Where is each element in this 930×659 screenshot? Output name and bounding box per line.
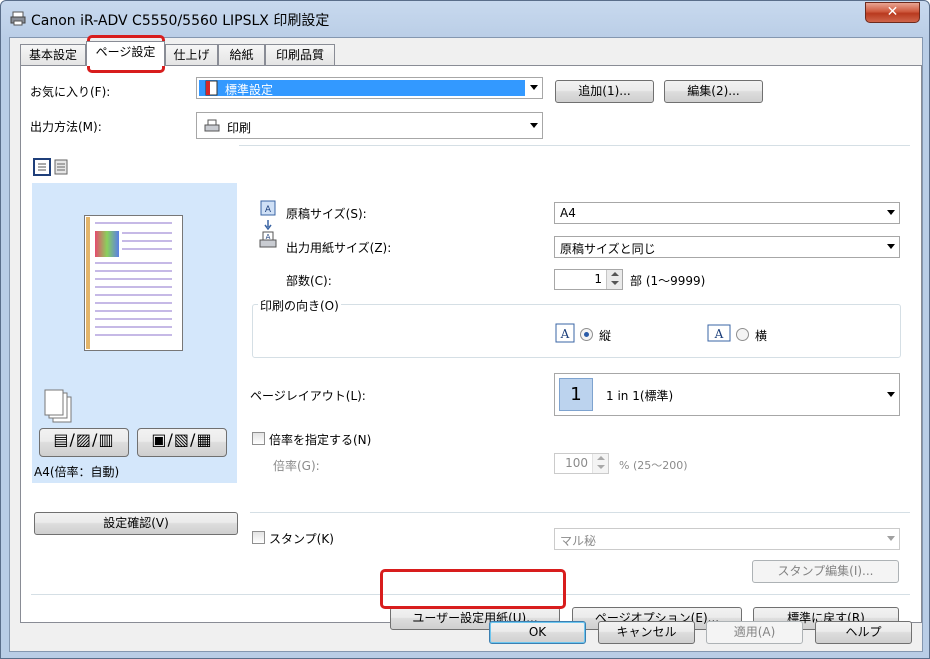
stamp-value: マル秘 [560, 534, 597, 548]
tab-basic-settings[interactable]: 基本設定 [20, 44, 86, 66]
chevron-down-icon [530, 123, 538, 128]
scaling-label: 倍率(G): [273, 459, 320, 473]
page-layout-value: 1 in 1(標準) [606, 389, 674, 403]
printer-icon [10, 11, 26, 26]
tab-paper-source[interactable]: 給紙 [218, 44, 265, 66]
tab-page-setup[interactable]: ページ設定 [86, 41, 165, 66]
tab-page-content: お気に入り(F): 標準設定 追加(1)... 編集(2)... 出力方法(M)… [20, 65, 922, 630]
output-method-label: 出力方法(M): [30, 120, 102, 134]
scaling-spinner[interactable]: 100 [554, 453, 609, 474]
chevron-down-icon [887, 244, 895, 249]
ok-button[interactable]: OK [489, 621, 586, 644]
landscape-label[interactable]: 横 [755, 327, 767, 344]
svg-text:A: A [714, 327, 724, 341]
color-mode-icon: ▣/▧/▦ [151, 430, 213, 449]
copies-value: 1 [594, 272, 602, 286]
copies-label: 部数(C): [286, 274, 332, 288]
title-bar[interactable]: Canon iR-ADV C5550/5560 LIPSLX 印刷設定 ✕ [1, 1, 930, 37]
scaling-checkbox[interactable] [252, 432, 265, 445]
stamp-checkbox[interactable] [252, 531, 265, 544]
preview-scale-text: A4(倍率：自動) [34, 465, 120, 479]
divider [239, 145, 910, 146]
landscape-radio[interactable] [736, 328, 749, 341]
favorites-value: 標準設定 [225, 83, 274, 97]
color-preset-button[interactable]: ▣/▧/▦ [137, 428, 227, 457]
settings-confirm-button[interactable]: 設定確認(V) [34, 512, 238, 535]
chevron-down-icon [887, 392, 895, 397]
copies-icon [44, 389, 72, 423]
dialog-client: 基本設定 ページ設定 仕上げ 給紙 印刷品質 お気に入り(F): 標準設定 追加… [9, 37, 923, 652]
favorites-icon [205, 80, 218, 96]
scaling-checkbox-label[interactable]: 倍率を指定する(N) [269, 431, 371, 448]
apply-button[interactable]: 適用(A) [706, 621, 803, 644]
scaling-range: % (25～200) [619, 459, 688, 472]
chevron-down-icon [530, 85, 538, 90]
copies-range: 部 (1～9999) [630, 274, 706, 288]
portrait-radio[interactable] [580, 328, 593, 341]
layout-preset-button[interactable]: ▤/▨/▥ [39, 428, 129, 457]
document-layout-icon: ▤/▨/▥ [53, 430, 115, 449]
output-size-select[interactable]: 原稿サイズと同じ [554, 236, 900, 258]
portrait-icon: A [555, 323, 575, 343]
chevron-down-icon [887, 210, 895, 215]
stamp-select[interactable]: マル秘 [554, 528, 900, 550]
edit-favorite-button[interactable]: 編集(2)... [664, 80, 763, 103]
output-method-select[interactable]: 印刷 [196, 112, 543, 139]
close-icon: ✕ [886, 4, 899, 20]
spin-arrows-icon[interactable] [606, 270, 622, 289]
divider [250, 512, 910, 513]
scaling-value: 100 [565, 456, 588, 470]
orientation-group-label: 印刷の向き(O) [258, 297, 341, 314]
printer-view-icon[interactable] [52, 158, 70, 176]
tab-print-quality[interactable]: 印刷品質 [265, 44, 335, 66]
cancel-button[interactable]: キャンセル [598, 621, 695, 644]
svg-text:A: A [560, 327, 570, 341]
page-layout-select[interactable]: 1 1 in 1(標準) [554, 373, 900, 416]
page-preview-image [84, 215, 183, 351]
preview-panel: ▤/▨/▥ ▣/▧/▦ A4(倍率：自動) [32, 183, 237, 483]
output-paper-icon: A [259, 231, 277, 248]
stamp-checkbox-label[interactable]: スタンプ(K) [269, 530, 334, 547]
button-highlight-annotation [380, 569, 566, 609]
original-size-label: 原稿サイズ(S): [286, 207, 367, 221]
tab-finishing[interactable]: 仕上げ [165, 44, 218, 66]
arrow-down-icon [264, 220, 272, 230]
window-title: Canon iR-ADV C5550/5560 LIPSLX 印刷設定 [31, 13, 330, 29]
help-button[interactable]: ヘルプ [815, 621, 912, 644]
layout-1in1-icon: 1 [559, 378, 593, 411]
add-favorite-button[interactable]: 追加(1)... [555, 80, 654, 103]
chevron-down-icon [887, 536, 895, 541]
orientation-group [252, 304, 901, 358]
favorites-label: お気に入り(F): [30, 85, 111, 99]
close-button[interactable]: ✕ [865, 2, 920, 23]
spin-arrows-icon[interactable] [592, 454, 608, 473]
dialog-window: Canon iR-ADV C5550/5560 LIPSLX 印刷設定 ✕ 基本… [0, 0, 930, 659]
page-layout-label: ページレイアウト(L): [250, 389, 366, 403]
original-size-value: A4 [560, 206, 576, 220]
stamp-edit-button[interactable]: スタンプ編集(I)... [752, 560, 899, 583]
page-view-icon[interactable] [33, 158, 51, 176]
landscape-icon: A [707, 324, 731, 342]
output-size-value: 原稿サイズと同じ [560, 242, 656, 256]
output-method-value: 印刷 [227, 121, 252, 135]
copies-spinner[interactable]: 1 [554, 269, 623, 290]
svg-text:A: A [265, 205, 272, 215]
portrait-label[interactable]: 縦 [599, 327, 611, 344]
favorites-select[interactable]: 標準設定 [196, 77, 543, 99]
printer-icon [204, 119, 220, 132]
output-size-label: 出力用紙サイズ(Z): [286, 241, 392, 255]
original-document-icon: A [260, 200, 276, 216]
original-size-select[interactable]: A4 [554, 202, 900, 224]
